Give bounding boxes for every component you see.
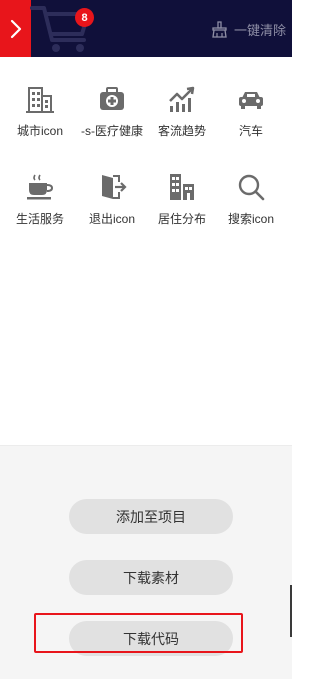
clear-all-label: 一键清除: [233, 22, 286, 38]
icon-tile-search[interactable]: 搜索icon: [215, 172, 287, 232]
coffee-cup-icon: [27, 174, 54, 200]
icon-label: 退出icon: [88, 212, 135, 226]
clear-all-button[interactable]: 一键清除: [211, 18, 286, 40]
city-buildings-icon: [26, 87, 54, 113]
medical-kit-icon: [100, 87, 124, 110]
icon-label: 生活服务: [15, 212, 64, 226]
search-icon: [238, 174, 265, 201]
scrollbar-edge[interactable]: [290, 585, 292, 637]
icon-tile-medical[interactable]: -s-医疗健康: [76, 84, 148, 144]
icon-label: 搜索icon: [227, 212, 274, 226]
icon-label: 城市icon: [16, 124, 63, 138]
icon-tile-residence[interactable]: 居住分布: [146, 172, 218, 232]
icon-tile-logout[interactable]: 退出icon: [76, 172, 148, 232]
icon-label: 居住分布: [157, 212, 206, 226]
icon-label: -s-医疗健康: [81, 124, 143, 138]
trend-chart-icon: [169, 86, 195, 112]
download-code-button[interactable]: 下载代码: [69, 621, 233, 656]
residence-distribution-icon: [170, 174, 194, 200]
download-asset-button[interactable]: 下载素材: [69, 560, 233, 595]
icon-tile-city[interactable]: 城市icon: [4, 84, 76, 144]
chevron-right-icon: [10, 19, 21, 38]
icon-tile-car[interactable]: 汽车: [215, 84, 287, 144]
add-to-project-button[interactable]: 添加至项目: [69, 499, 233, 534]
cart-count-badge: 8: [75, 8, 94, 27]
collapse-panel-button[interactable]: [0, 0, 31, 57]
icon-label: 客流趋势: [157, 124, 206, 138]
icon-label: 汽车: [238, 124, 263, 138]
icon-tile-traffic-trend[interactable]: 客流趋势: [146, 84, 218, 144]
icon-tile-life-service[interactable]: 生活服务: [4, 172, 76, 232]
car-icon: [239, 92, 263, 109]
top-bar: 8 一键清除: [0, 0, 292, 57]
broom-icon: [212, 20, 227, 38]
logout-door-icon: [102, 175, 127, 199]
